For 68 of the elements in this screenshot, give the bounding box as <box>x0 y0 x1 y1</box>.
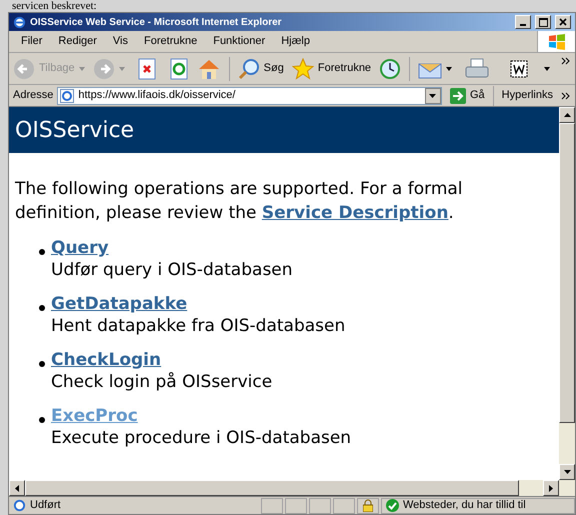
bullet-icon <box>39 361 45 367</box>
operation-description: Hent datapakke fra OIS-databasen <box>51 315 346 337</box>
operation-description: Udfør query i OIS-databasen <box>51 259 293 281</box>
word-document-icon[interactable] <box>510 60 528 78</box>
history-icon[interactable] <box>379 58 402 80</box>
menu-item[interactable]: Funktioner <box>213 33 266 50</box>
links-label[interactable]: Hyperlinks <box>498 87 557 104</box>
stop-icon[interactable] <box>136 58 157 80</box>
close-icon <box>559 18 567 26</box>
scroll-right-icon <box>549 484 553 492</box>
search-button[interactable]: Søg <box>238 58 284 80</box>
status-panel <box>285 498 307 514</box>
chevron-icon[interactable] <box>561 92 571 100</box>
operation-link[interactable]: Query <box>51 237 109 259</box>
page-heading: OISService <box>15 116 134 144</box>
address-field[interactable]: https://www.lifaois.dk/oisservice/ <box>57 86 442 104</box>
scroll-left-icon <box>15 484 19 492</box>
star-icon <box>292 58 314 80</box>
menu-item[interactable]: Vis <box>112 33 128 50</box>
page-icon <box>13 499 26 512</box>
window-title: OISService Web Service - Microsoft Internet Explorer <box>30 16 283 30</box>
check-icon <box>386 499 399 512</box>
status-text: Udført <box>30 498 61 514</box>
vertical-scrollbar[interactable] <box>559 107 575 480</box>
dropdown-caret-icon <box>78 66 85 70</box>
operation-link[interactable]: CheckLogin <box>51 349 162 371</box>
home-icon[interactable] <box>196 58 221 80</box>
bullet-icon <box>39 417 45 423</box>
status-panel <box>309 498 331 514</box>
security-zone-text: Websteder, du har tillid til <box>403 498 526 514</box>
intro-paragraph: The following operations are supported. For a formal definition, please review the Service Description. <box>15 178 464 225</box>
browser-icon <box>13 16 26 28</box>
dropdown-caret-icon <box>446 66 452 70</box>
go-button[interactable]: Gå <box>446 87 489 104</box>
lock-icon <box>363 499 373 512</box>
menu-item[interactable]: Hjælp <box>281 33 310 50</box>
minimize-button[interactable] <box>515 15 531 29</box>
operation-link[interactable]: GetDatapakke <box>51 293 188 315</box>
windows-flag-icon <box>548 34 566 50</box>
status-panel <box>333 498 355 514</box>
maximize-button[interactable] <box>535 15 551 29</box>
refresh-icon[interactable] <box>168 58 189 80</box>
operation-description: Check login på OISservice <box>51 371 272 393</box>
bullet-icon <box>39 305 45 311</box>
scroll-up-icon <box>564 113 570 117</box>
page-icon <box>60 88 74 102</box>
dropdown-button[interactable] <box>424 88 441 104</box>
background-text: servicen beskrevet: <box>12 0 97 12</box>
go-arrow-icon <box>450 88 466 104</box>
bullet-icon <box>39 249 45 255</box>
dropdown-caret-icon <box>544 66 550 70</box>
operation-description: Execute procedure i OIS-databasen <box>51 427 352 449</box>
status-panel <box>261 498 283 514</box>
menu-item[interactable]: Filer <box>21 33 42 50</box>
search-icon <box>238 58 260 80</box>
printer-icon[interactable] <box>464 58 490 80</box>
dropdown-caret-icon <box>118 66 125 70</box>
scroll-down-icon <box>564 470 570 474</box>
chevron-icon[interactable] <box>561 57 571 65</box>
menu-item[interactable]: Rediger <box>58 33 97 50</box>
menu-item[interactable]: Foretrukne <box>144 33 198 50</box>
maximize-icon <box>538 18 548 26</box>
service-description-link[interactable]: Service Description <box>262 203 448 223</box>
scroll-thumb[interactable] <box>559 123 575 423</box>
close-button[interactable] <box>555 15 571 29</box>
favorites-button[interactable]: Foretrukne <box>292 58 372 80</box>
dropdown-caret-icon <box>429 94 436 98</box>
address-label: Adresse <box>13 88 54 104</box>
